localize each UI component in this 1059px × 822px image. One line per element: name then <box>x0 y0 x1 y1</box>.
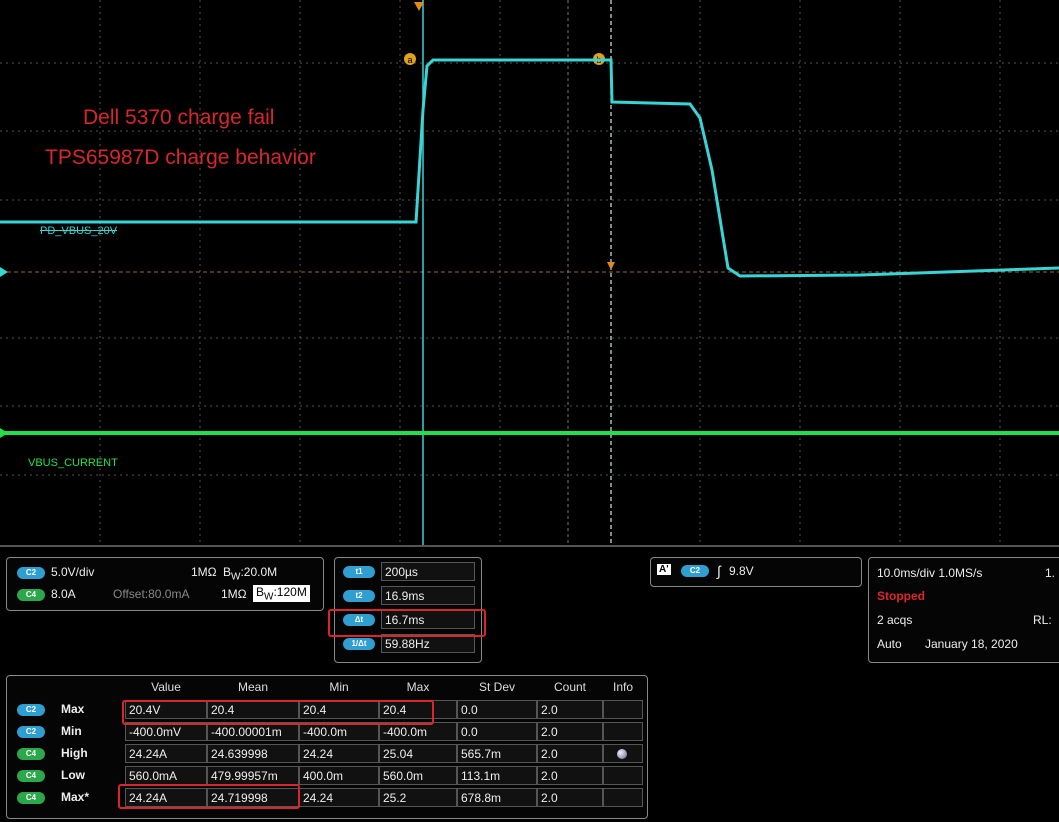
max-row-highlight <box>122 700 434 725</box>
row-channel-badge: C2 <box>17 726 45 738</box>
table-cell: 25.04 <box>379 744 457 763</box>
c4-offset: Offset:80.0mA <box>113 587 190 601</box>
c4-bandwidth[interactable]: BW:120M <box>253 585 310 603</box>
table-cell <box>603 722 643 741</box>
c4-scale: 8.0A <box>51 587 76 601</box>
table-cell: 479.99957m <box>207 766 299 785</box>
row-channel-badge: C2 <box>17 704 45 716</box>
cursor-badge-1[interactable]: t2 <box>343 590 375 602</box>
c4-trace-label: VBUS_CURRENT <box>28 457 118 469</box>
table-cell: 24.639998 <box>207 744 299 763</box>
waveform-graticule: a b <box>0 0 1059 545</box>
c2-impedance: 1MΩ <box>191 565 217 579</box>
c2-badge[interactable]: C2 <box>17 567 45 579</box>
c2-scale: 5.0V/div <box>51 565 95 579</box>
acquisition-date: January 18, 2020 <box>925 637 1018 651</box>
table-cell <box>603 700 643 719</box>
control-panel: C2 5.0V/div 1MΩ BW:20.0M C4 8.0A Offset:… <box>0 545 1059 822</box>
column-header: Mean <box>237 680 269 694</box>
annotation-line-1: Dell 5370 charge fail <box>83 106 275 129</box>
cursor-value-0: 200µs <box>381 562 475 581</box>
timebase: 10.0ms/div 1.0MS/s <box>877 566 983 580</box>
acquisition-count: 2 acqs <box>877 613 913 627</box>
rising-edge-icon: ∫ <box>717 563 721 579</box>
row-label: Min <box>61 724 82 738</box>
table-cell: 24.24 <box>299 788 379 807</box>
table-cell: 0.0 <box>457 722 537 741</box>
measurements-table[interactable]: Value Mean Min Max St Dev Count Info C2 Max 20.4… <box>6 675 648 819</box>
row-label: High <box>61 746 88 760</box>
c2-ground-marker <box>0 267 8 277</box>
trigger-mode: Auto <box>877 637 902 651</box>
c4-impedance: 1MΩ <box>221 587 247 601</box>
waveform-display[interactable]: a b Dell 5370 charge fail TPS65987D char… <box>0 0 1059 545</box>
table-cell: 24.24 <box>299 744 379 763</box>
table-cell: 400.0m <box>299 766 379 785</box>
maxstar-row-highlight <box>118 784 300 809</box>
table-cell: 2.0 <box>537 722 603 741</box>
column-header: St Dev <box>478 680 515 694</box>
table-cell <box>603 788 643 807</box>
row-channel-badge: C4 <box>17 770 45 782</box>
row-label: Max* <box>61 790 90 804</box>
table-cell: 2.0 <box>537 788 603 807</box>
column-header: Info <box>612 680 633 694</box>
table-cell: 560.0m <box>379 766 457 785</box>
table-cell: 565.7m <box>457 744 537 763</box>
table-cell: 2.0 <box>537 766 603 785</box>
table-cell <box>603 766 643 785</box>
delta-t-highlight <box>328 609 486 637</box>
record-length-label: RL: <box>1033 613 1052 627</box>
row-label: Max <box>61 702 85 716</box>
annotation-line-2: TPS65987D charge behavior <box>45 146 316 169</box>
timebase-extra: 1. <box>1045 566 1056 580</box>
column-header: Count <box>553 680 587 694</box>
info-indicator-icon[interactable] <box>617 749 627 759</box>
c4-badge[interactable]: C4 <box>17 589 45 601</box>
channel-settings-box[interactable]: C2 5.0V/div 1MΩ BW:20.0M C4 8.0A Offset:… <box>6 557 324 611</box>
column-header: Max <box>406 680 430 694</box>
c2-trace-label: PD_VBUS_20V <box>40 225 118 237</box>
cursor-value-1: 16.9ms <box>381 586 475 605</box>
table-cell: 2.0 <box>537 700 603 719</box>
trigger-a-badge: A' <box>657 564 671 575</box>
table-cell: 24.24A <box>125 744 207 763</box>
table-cell: 0.0 <box>457 700 537 719</box>
table-cell: 2.0 <box>537 744 603 763</box>
table-cell: 678.8m <box>457 788 537 807</box>
row-channel-badge: C4 <box>17 792 45 804</box>
acquisition-state: Stopped <box>877 589 925 603</box>
c2-bandwidth: BW:20.0M <box>223 565 278 583</box>
svg-text:a: a <box>407 55 412 65</box>
column-header: Value <box>151 680 181 694</box>
table-cell: 25.2 <box>379 788 457 807</box>
row-label: Low <box>61 768 85 782</box>
column-header: Min <box>329 680 349 694</box>
trigger-box[interactable]: A' C2 ∫ 9.8V <box>650 557 862 587</box>
trigger-level-marker <box>607 262 615 270</box>
cursor-badge-0[interactable]: t1 <box>343 566 375 578</box>
acquisition-box[interactable]: 10.0ms/div 1.0MS/s 1. Stopped 2 acqs RL:… <box>868 557 1059 663</box>
trigger-level: 9.8V <box>729 564 754 578</box>
row-channel-badge: C4 <box>17 748 45 760</box>
cursor-badge-3[interactable]: 1/Δt <box>343 638 375 650</box>
trigger-channel-badge: C2 <box>681 565 709 577</box>
table-cell: 560.0mA <box>125 766 207 785</box>
table-cell: 113.1m <box>457 766 537 785</box>
